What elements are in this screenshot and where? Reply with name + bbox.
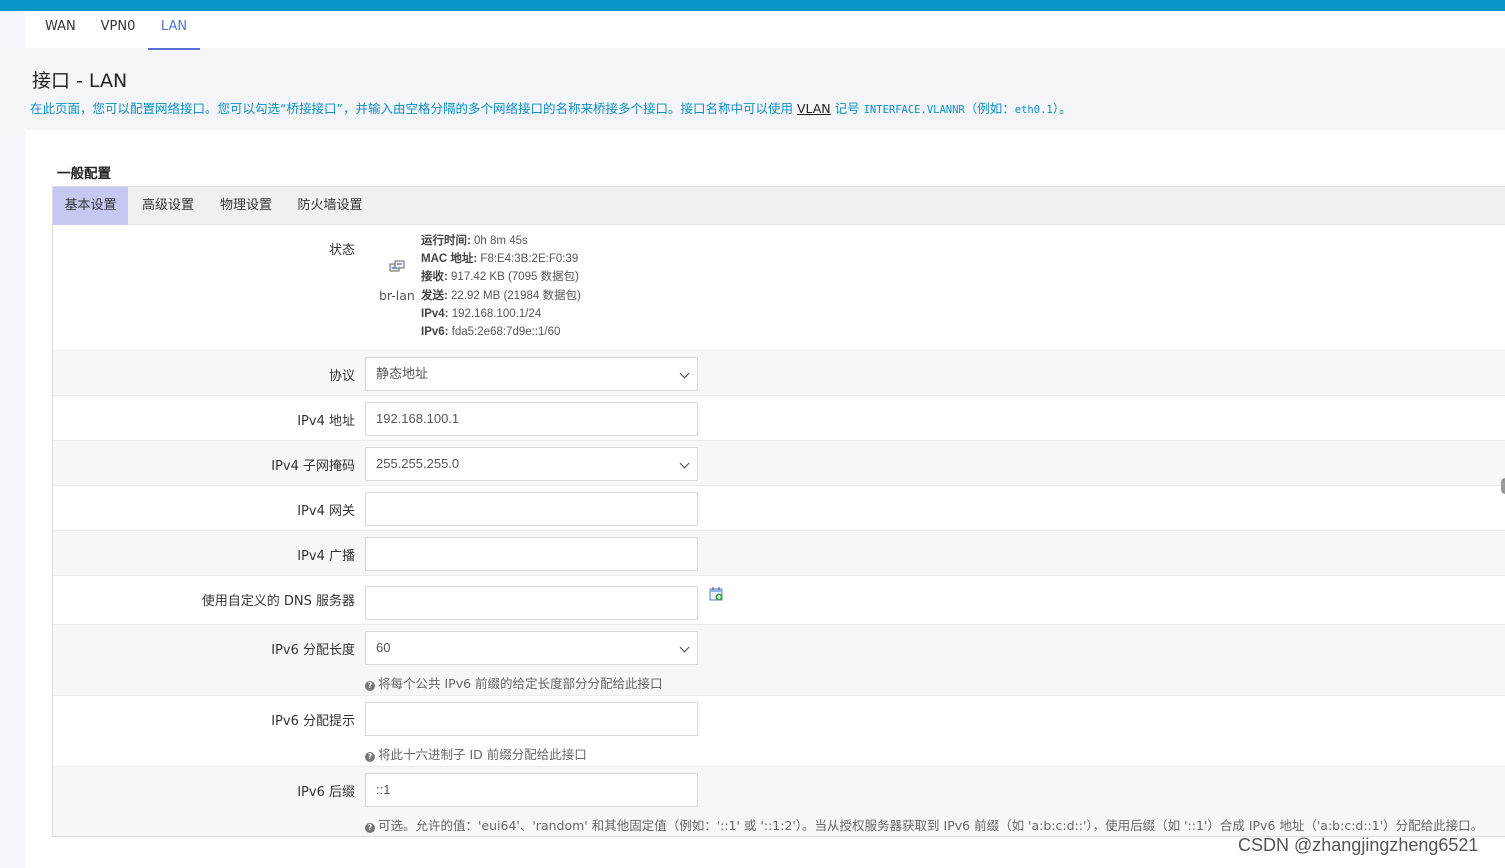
ipv6-assign-length-row: IPv6 分配长度 60 ? 将每个公共 IPv6 前缀的给定长度部分分配给此接口 xyxy=(53,624,1505,695)
add-entry-icon[interactable] xyxy=(708,586,724,602)
subtab-basic[interactable]: 基本设置 xyxy=(53,187,128,225)
protocol-row: 协议 静态地址 xyxy=(53,350,1505,395)
ipv6-assign-length-select[interactable]: 60 xyxy=(365,631,698,665)
status-rx: 接收: 917.42 KB (7095 数据包) xyxy=(421,271,579,284)
protocol-select[interactable]: 静态地址 xyxy=(365,357,698,391)
ipv6-assign-hint-row: IPv6 分配提示 ? 将此十六进制子 ID 前缀分配给此接口 xyxy=(53,695,1505,766)
status-tx: 发送: 22.92 MB (21984 数据包) xyxy=(421,289,581,302)
page-title: 接口 - LAN xyxy=(32,70,128,92)
desc-code: INTERFACE.VLANNR xyxy=(863,104,965,116)
ipv6-assign-length-hint: ? 将每个公共 IPv6 前缀的给定长度部分分配给此接口 xyxy=(365,673,663,692)
dns-row: 使用自定义的 DNS 服务器 xyxy=(53,575,1505,624)
desc-text-4: ）。 xyxy=(1052,101,1072,116)
ipv6-assign-hint-label: IPv6 分配提示 xyxy=(271,714,355,729)
ipv4-netmask-label: IPv4 子网掩码 xyxy=(271,459,355,474)
ipv6-suffix-hint: ? 可选。允许的值：'eui64'、'random' 和其他固定值（例如：'::1… xyxy=(365,815,1483,834)
ipv4-address-label: IPv4 地址 xyxy=(297,414,355,429)
ipv4-netmask-row: IPv4 子网掩码 255.255.255.0 xyxy=(53,440,1505,485)
help-icon: ? xyxy=(365,681,375,691)
top-accent-bar xyxy=(0,0,1505,11)
ipv4-broadcast-label: IPv4 广播 xyxy=(297,549,355,564)
subtab-firewall[interactable]: 防火墙设置 xyxy=(287,187,373,225)
status-details: 运行时间: 0h 8m 45s MAC 地址: F8:E4:3B:2E:F0:3… xyxy=(421,232,581,341)
ipv4-broadcast-row: IPv4 广播 xyxy=(53,530,1505,575)
network-bridge-icon xyxy=(389,260,405,272)
ipv6-assign-hint-help: ? 将此十六进制子 ID 前缀分配给此接口 xyxy=(365,744,587,763)
status-ipv6: IPv6: fda5:2e68:7d9e::1/60 xyxy=(421,326,561,339)
tab-wan[interactable]: WAN xyxy=(45,11,76,50)
desc-text-1: 在此页面，您可以配置网络接口。您可以勾选“桥接接口”，并输入由空格分隔的多个网络… xyxy=(30,101,797,116)
scrollbar-handle[interactable] xyxy=(1501,478,1505,494)
status-row: 状态 br-lan 运行时间: 0h 8m 45s MAC 地址: F8:E4:… xyxy=(53,226,1505,350)
status-ipv4: IPv4: 192.168.100.1/24 xyxy=(421,307,542,320)
ipv4-address-input[interactable]: 192.168.100.1 xyxy=(365,402,698,436)
ipv4-gateway-input[interactable] xyxy=(365,492,698,526)
subtab-advanced[interactable]: 高级设置 xyxy=(131,187,205,225)
watermark: CSDN @zhangjingzheng6521 xyxy=(1238,835,1479,855)
ipv6-assign-length-label: IPv6 分配长度 xyxy=(271,643,355,658)
ipv4-broadcast-input[interactable] xyxy=(365,537,698,571)
tab-vpn0[interactable]: VPN0 xyxy=(100,11,136,50)
status-interface-name: br-lan xyxy=(379,288,415,303)
ipv6-suffix-input[interactable]: ::1 xyxy=(365,773,698,807)
status-mac: MAC 地址: F8:E4:3B:2E:F0:39 xyxy=(421,253,579,266)
help-icon: ? xyxy=(365,823,375,833)
subtab-physical[interactable]: 物理设置 xyxy=(210,187,282,225)
ipv6-suffix-row: IPv6 后缀 ::1 ? 可选。允许的值：'eui64'、'random' 和其… xyxy=(53,766,1505,836)
desc-example: eth0.1 xyxy=(1014,104,1053,116)
tab-lan[interactable]: LAN xyxy=(148,11,200,50)
status-uptime: 运行时间: 0h 8m 45s xyxy=(421,235,528,247)
vlan-link[interactable]: VLAN xyxy=(797,101,831,116)
section-title: 一般配置 xyxy=(57,166,111,182)
page-description: 在此页面，您可以配置网络接口。您可以勾选“桥接接口”，并输入由空格分隔的多个网络… xyxy=(30,98,1071,117)
settings-subtabs: 基本设置 高级设置 物理设置 防火墙设置 xyxy=(53,187,1505,225)
dns-label: 使用自定义的 DNS 服务器 xyxy=(201,594,355,609)
desc-text-3: （例如： xyxy=(964,101,1015,116)
dns-input[interactable] xyxy=(365,586,698,620)
ipv6-assign-hint-input[interactable] xyxy=(365,702,698,736)
ipv4-gateway-label: IPv4 网关 xyxy=(297,504,355,519)
help-icon: ? xyxy=(365,752,375,762)
ipv6-suffix-label: IPv6 后缀 xyxy=(297,785,355,800)
ipv4-address-row: IPv4 地址 192.168.100.1 xyxy=(53,395,1505,440)
ipv4-netmask-select[interactable]: 255.255.255.0 xyxy=(365,447,698,481)
protocol-label: 协议 xyxy=(328,369,355,384)
interface-tabs: WAN VPN0 LAN xyxy=(25,11,1505,50)
ipv4-gateway-row: IPv4 网关 xyxy=(53,485,1505,530)
status-label: 状态 xyxy=(328,243,355,258)
desc-text-2: 记号 xyxy=(830,101,864,116)
